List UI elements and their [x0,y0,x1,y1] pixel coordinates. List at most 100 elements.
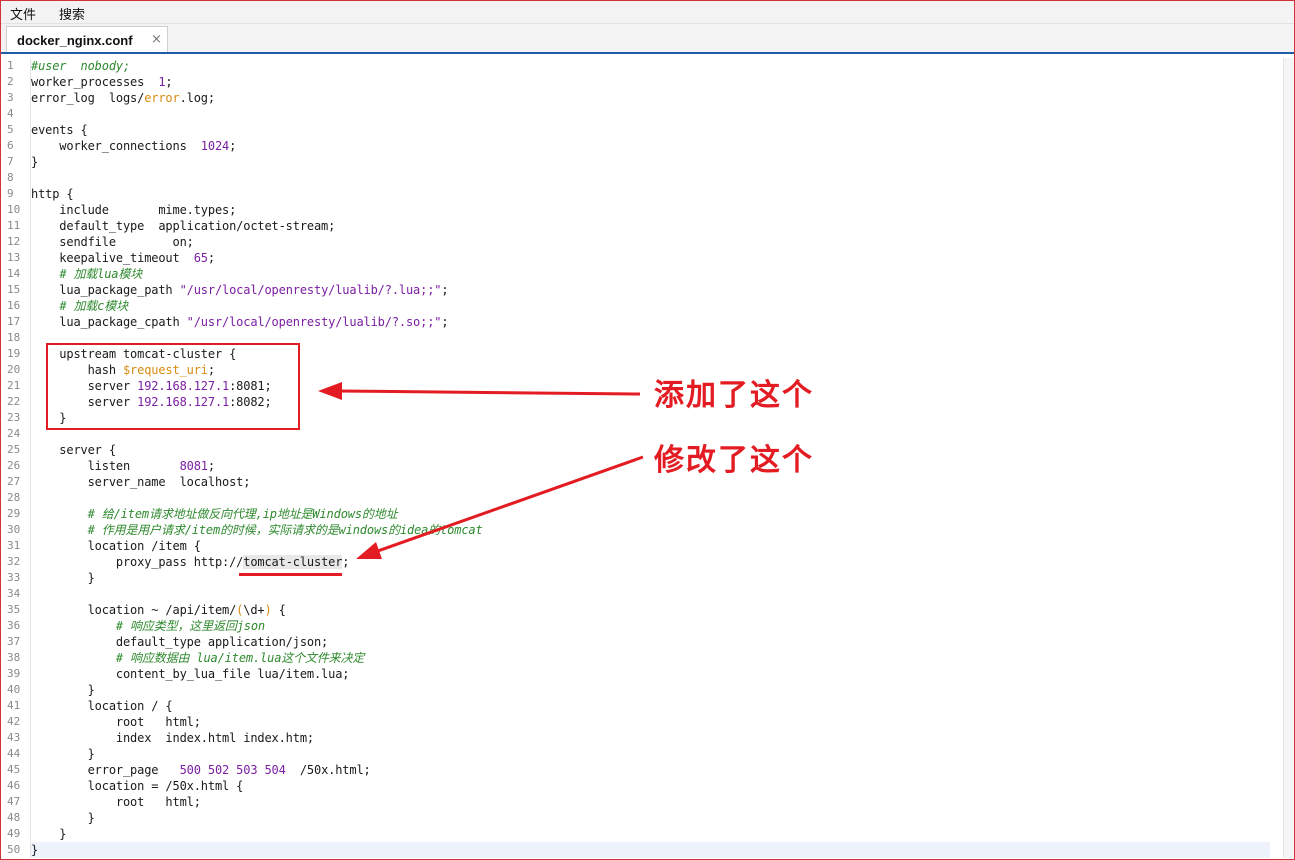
code-token-com: # 响应类型，这里返回json [115,619,266,633]
tab-docker-nginx-conf[interactable]: docker_nginx.conf × [6,26,168,54]
code-line[interactable]: server_name localhost; [31,474,251,490]
line-number: 32 [7,555,21,568]
code-token: lua_package_cpath [31,315,187,329]
code-token-com: # 响应数据由 lua/item.lua这个文件来决定 [115,651,365,665]
code-line[interactable]: content_by_lua_file lua/item.lua; [31,666,350,682]
code-line[interactable]: server { [31,442,116,458]
code-token: } [31,683,95,697]
code-token: worker_processes [31,75,159,89]
code-editor[interactable]: 1 2 3 4 5 6 7 8 9 10 11 12 13 14 15 16 17 18 19 20 21 22 23 24 2… [1,58,1282,858]
code-line[interactable]: default_type application/octet-stream; [31,218,335,234]
code-token: ; [342,555,350,569]
code-line[interactable]: } [31,154,38,170]
code-line[interactable]: # 作用是用户请求/item的时候，实际请求的是windows的idea的tom… [31,522,483,538]
code-line[interactable]: include mime.types; [31,202,236,218]
code-line[interactable]: location / { [31,698,173,714]
code-token-com: # 加载c模块 [59,299,128,313]
code-line[interactable]: http { [31,186,74,202]
code-line[interactable]: # 给/item请求地址做反向代理,ip地址是Windows的地址 [31,506,398,522]
menu-search[interactable]: 搜索 [59,4,85,23]
code-line[interactable]: lua_package_path "/usr/local/openresty/l… [31,282,448,298]
code-token: error_page [31,763,180,777]
code-token-num: 8081 [179,459,208,473]
code-token: } [31,827,67,841]
code-token: include mime.types; [31,203,237,217]
code-token: server_name localhost; [31,475,251,489]
code-line[interactable]: root html; [31,714,201,730]
code-line[interactable]: location ~ /api/item/(\d+) { [31,602,286,618]
code-token-kw: error [144,91,180,105]
proxy-pass-underline [239,573,342,576]
code-line[interactable]: error_page 500 502 503 504 /50x.html; [31,762,371,778]
line-number: 43 [7,731,21,744]
code-token-num: 500 502 503 504 [179,763,286,777]
line-number: 9 [7,187,14,200]
code-line[interactable]: # 加载lua模块 [31,266,142,282]
code-token: index index.html index.htm; [31,731,314,745]
line-number: 19 [7,347,21,360]
code-token: content_by_lua_file lua/item.lua; [31,667,350,681]
tab-label: docker_nginx.conf [17,33,133,48]
code-line[interactable]: events { [31,122,88,138]
code-token-com: # 作用是用户请求/item的时候，实际请求的是windows的idea的tom… [87,523,483,537]
code-token: } [31,811,95,825]
code-line[interactable]: } [31,570,95,586]
code-line[interactable]: index index.html index.htm; [31,730,314,746]
line-number: 14 [7,267,21,280]
line-number: 47 [7,795,21,808]
code-token: error_log logs/ [31,91,145,105]
line-number: 41 [7,699,21,712]
code-line[interactable]: worker_connections 1024; [31,138,236,154]
line-number: 6 [7,139,14,152]
code-token: ; [165,75,173,89]
line-number: 17 [7,315,21,328]
code-line[interactable]: worker_processes 1; [31,74,173,90]
code-line[interactable]: } [31,682,95,698]
code-token: default_type application/octet-stream; [31,219,336,233]
code-line[interactable]: default_type application/json; [31,634,328,650]
code-token: ; [207,459,215,473]
code-line[interactable]: location = /50x.html { [31,778,244,794]
line-number: 15 [7,283,21,296]
code-line[interactable]: } [31,746,95,762]
code-line[interactable]: # 响应类型，这里返回json [31,618,265,634]
menu-file[interactable]: 文件 [10,4,36,23]
menu-bar: 文件 搜索 [1,1,1294,24]
code-line[interactable]: # 加载c模块 [31,298,128,314]
code-line[interactable]: proxy_pass http://tomcat-cluster; [31,554,350,570]
code-line[interactable]: error_log logs/error.log; [31,90,215,106]
line-number: 25 [7,443,21,456]
code-line[interactable]: # 响应数据由 lua/item.lua这个文件来决定 [31,650,364,666]
line-number: 50 [7,843,21,856]
code-line[interactable]: root html; [31,794,201,810]
code-line[interactable]: } [31,810,95,826]
code-line[interactable]: keepalive_timeout 65; [31,250,215,266]
line-number: 35 [7,603,21,616]
code-line[interactable]: sendfile on; [31,234,194,250]
code-line[interactable]: listen 8081; [31,458,216,474]
code-line[interactable]: #user nobody; [31,58,130,74]
code-token: \d+ [243,603,265,617]
code-line[interactable]: location /item { [31,538,201,554]
line-number: 39 [7,667,21,680]
code-token: ; [441,315,449,329]
code-token-num: 65 [193,251,208,265]
close-icon[interactable]: × [151,32,162,47]
code-token-com: #user nobody; [31,59,131,73]
code-token-hl: tomcat-cluster [243,555,343,569]
vertical-scrollbar[interactable] [1283,58,1294,858]
line-number: 34 [7,587,21,600]
code-line[interactable]: } [31,826,66,842]
code-line[interactable]: } [31,842,38,858]
code-token: location = /50x.html { [31,779,244,793]
line-number: 23 [7,411,21,424]
line-number: 8 [7,171,14,184]
line-number: 10 [7,203,21,216]
line-number: 37 [7,635,21,648]
line-number: 1 [7,59,14,72]
upstream-highlight-box [46,343,300,430]
code-line[interactable]: lua_package_cpath "/usr/local/openresty/… [31,314,448,330]
line-number: 3 [7,91,14,104]
